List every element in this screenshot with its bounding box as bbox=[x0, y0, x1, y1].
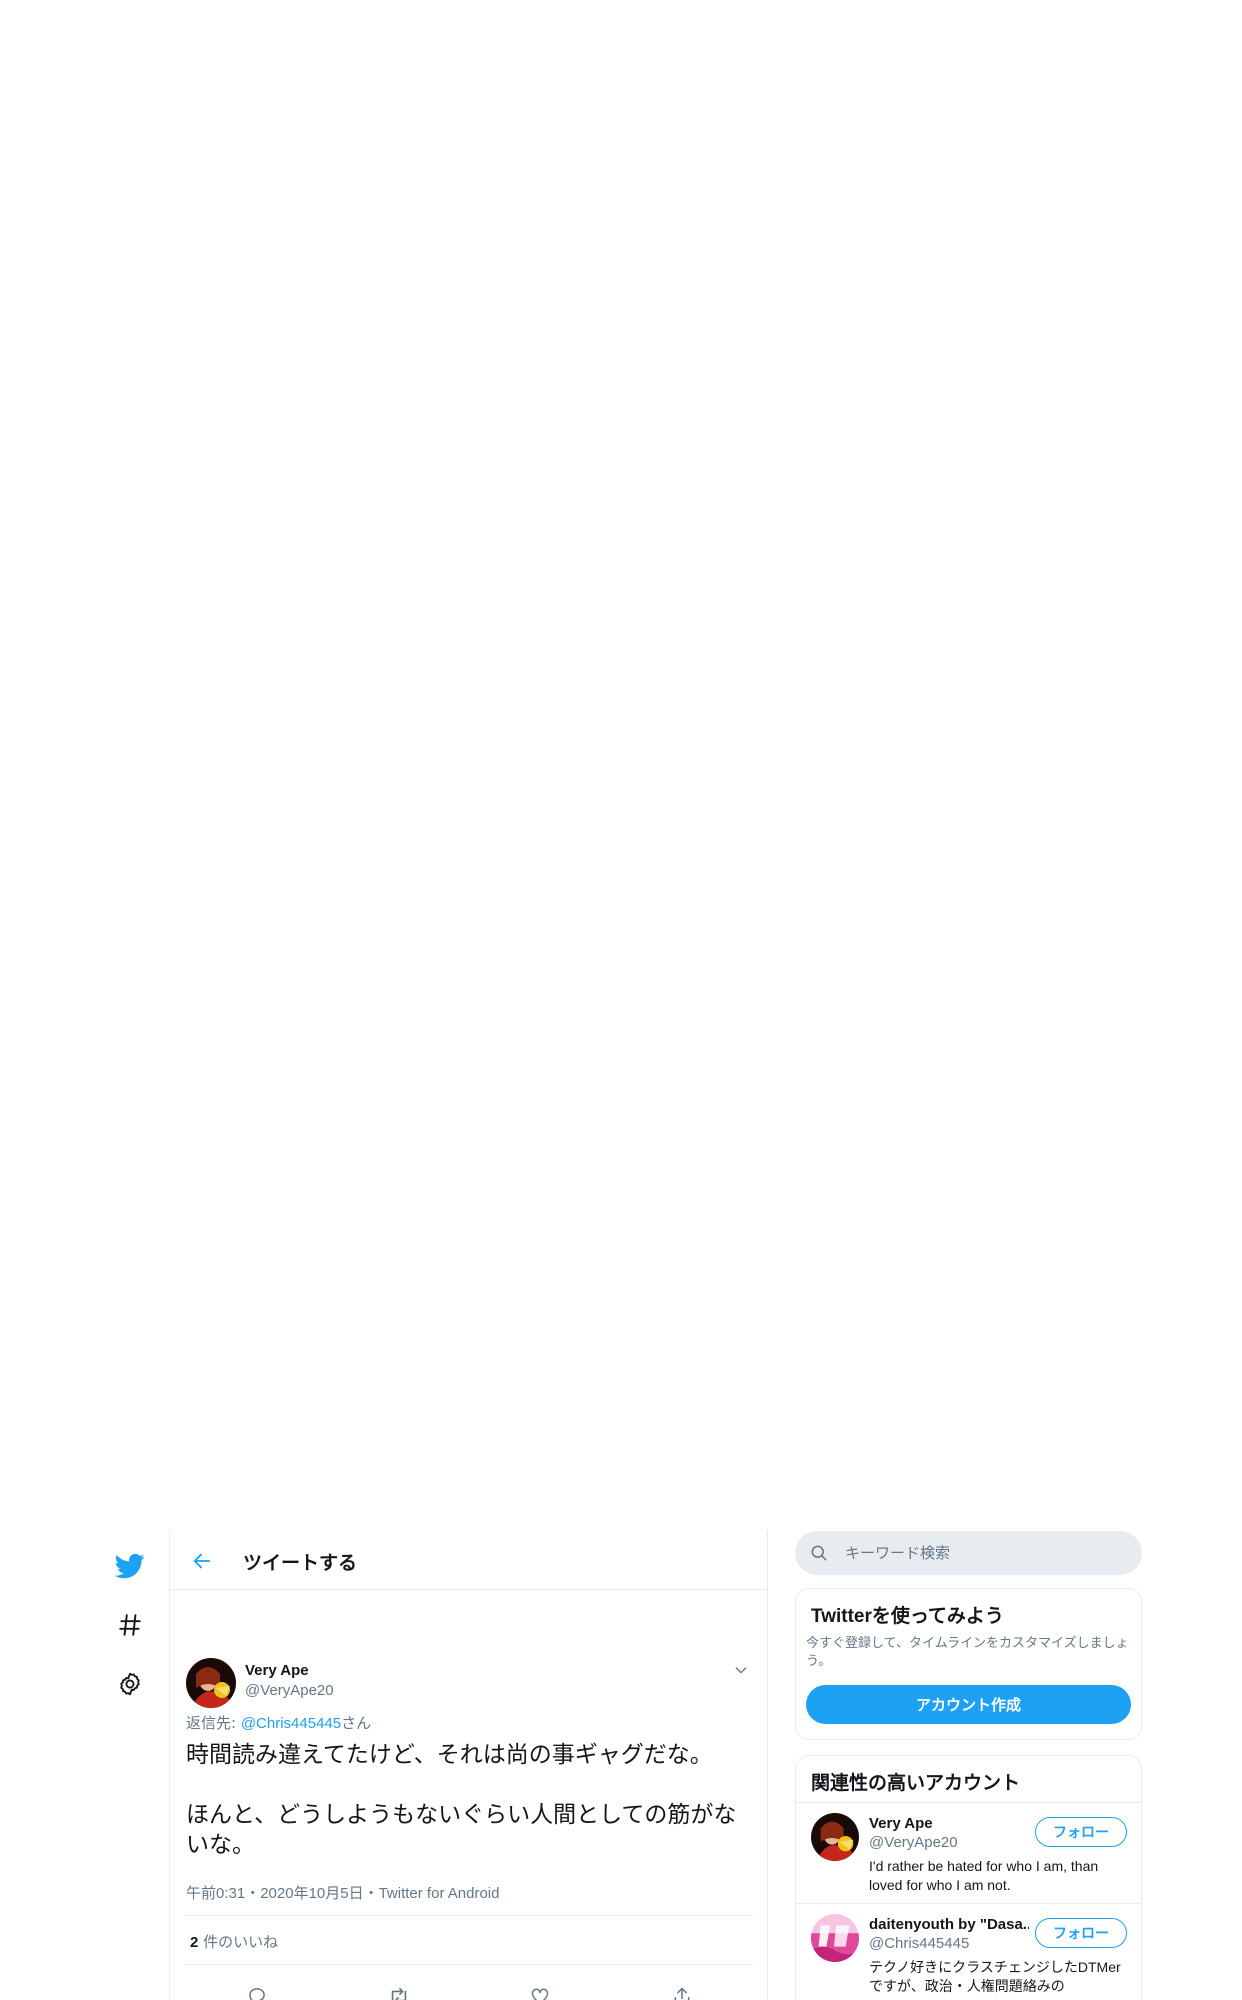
account-item[interactable]: daitenyouth by "Dasa... @Chris445445 フォロ… bbox=[796, 1904, 1141, 2000]
signup-card-title: Twitterを使ってみよう bbox=[811, 1606, 1004, 1627]
chevron-down-icon[interactable] bbox=[729, 1658, 753, 1682]
reply-icon[interactable] bbox=[186, 1972, 328, 2000]
hashtag-icon[interactable] bbox=[110, 1605, 150, 1645]
account-name[interactable]: Very Ape bbox=[869, 1815, 933, 1832]
heart-icon[interactable] bbox=[470, 1972, 612, 2000]
search-icon bbox=[809, 1543, 829, 1567]
account-item[interactable]: Very Ape @VeryApe20 フォロー I'd rather be h… bbox=[796, 1803, 1141, 1904]
related-accounts-title: 関連性の高いアカウント bbox=[811, 1772, 1021, 1794]
likes-count[interactable]: 2 件のいいね bbox=[190, 1931, 278, 1952]
follow-button[interactable]: フォロー bbox=[1035, 1817, 1127, 1847]
follow-button[interactable]: フォロー bbox=[1035, 1918, 1127, 1948]
left-nav bbox=[100, 1530, 170, 2000]
likes-label: 件のいいね bbox=[198, 1933, 279, 1951]
tweet-text: 時間読み違えてたけど、それは尚の事ギャグだな。 ほんと、どうしようもないぐらい人… bbox=[186, 1742, 737, 1858]
account-name[interactable]: daitenyouth by "Dasa... bbox=[869, 1916, 1029, 1933]
tweet-timestamp[interactable]: 午前0:31・2020年10月5日・Twitter for Android bbox=[186, 1882, 499, 1903]
user-name[interactable]: Very Ape bbox=[245, 1662, 309, 1679]
account-bio: テクノ好きにクラスチェンジしたDTMerですが、政治・人権問題絡みの bbox=[869, 1959, 1121, 1994]
page-header: ツイートする bbox=[170, 1530, 767, 1590]
twitter-bird-icon[interactable] bbox=[110, 1546, 150, 1586]
share-icon[interactable] bbox=[611, 1972, 753, 2000]
user-handle[interactable]: @VeryApe20 bbox=[245, 1682, 334, 1699]
signup-card-description: 今すぐ登録して、タイムラインをカスタマイズしましょう。 bbox=[806, 1636, 1129, 1669]
reply-suffix: さん bbox=[341, 1714, 372, 1732]
account-bio: I'd rather be hated for who I am, than l… bbox=[869, 1858, 1099, 1893]
reply-mention-link[interactable]: @Chris445445 bbox=[241, 1715, 341, 1732]
gear-icon[interactable] bbox=[110, 1664, 150, 1704]
divider bbox=[186, 1964, 753, 1965]
account-handle: @Chris445445 bbox=[869, 1935, 970, 1952]
account-handle: @VeryApe20 bbox=[869, 1834, 958, 1851]
page-title: ツイートする bbox=[243, 1552, 358, 1574]
reply-prefix: 返信先: bbox=[186, 1714, 241, 1732]
divider bbox=[186, 1915, 753, 1916]
blank-area bbox=[0, 0, 1242, 1528]
related-accounts-card: 関連性の高いアカウント Very Ape @VeryApe20 フォロー I'd… bbox=[795, 1755, 1142, 2000]
search-bar[interactable] bbox=[795, 1531, 1142, 1575]
retweet-icon[interactable] bbox=[328, 1972, 470, 2000]
create-account-button[interactable]: アカウント作成 bbox=[806, 1685, 1131, 1724]
search-input[interactable] bbox=[845, 1531, 1125, 1575]
arrow-left-icon[interactable] bbox=[188, 1547, 216, 1575]
avatar[interactable] bbox=[811, 1914, 859, 1962]
reply-to: 返信先: @Chris445445さん bbox=[186, 1712, 371, 1733]
avatar[interactable] bbox=[811, 1813, 859, 1861]
avatar[interactable] bbox=[186, 1658, 236, 1708]
signup-card: Twitterを使ってみよう 今すぐ登録して、タイムラインをカスタマイズしましょ… bbox=[795, 1588, 1142, 1740]
tweet-column: ツイートする Very Ape @VeryApe20 返信先: @Chris44… bbox=[170, 1530, 768, 2000]
tweet-actions bbox=[186, 1972, 753, 2000]
